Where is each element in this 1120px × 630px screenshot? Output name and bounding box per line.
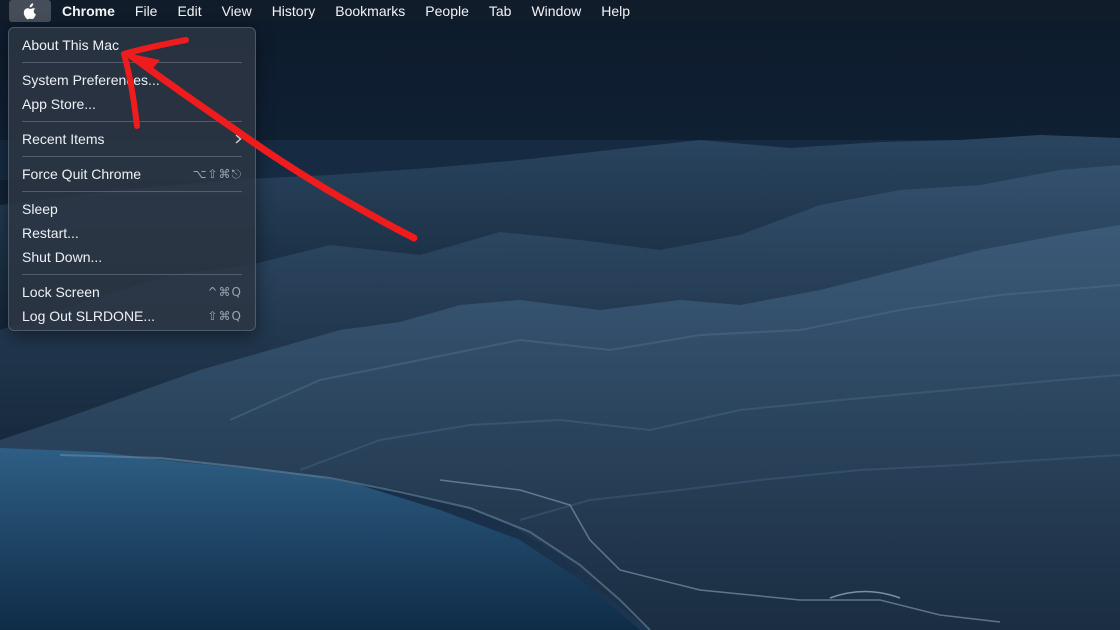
menu-item-recent-items[interactable]: Recent Items <box>9 127 255 151</box>
menu-separator <box>22 156 242 157</box>
menu-item-force-quit[interactable]: Force Quit Chrome ⌥⇧⌘⎋ <box>9 162 255 186</box>
menu-item-label: Log Out SLRDONE... <box>22 308 156 324</box>
menu-item-lock-screen[interactable]: Lock Screen ^⌘Q <box>9 280 255 304</box>
menu-people[interactable]: People <box>415 0 479 22</box>
menu-item-label: Lock Screen <box>22 284 100 300</box>
menu-item-label: About This Mac <box>22 37 120 53</box>
menu-tab[interactable]: Tab <box>479 0 522 22</box>
menu-item-about-this-mac[interactable]: About This Mac <box>9 33 255 57</box>
apple-icon <box>23 2 38 20</box>
menu-item-label: App Store... <box>22 96 96 112</box>
chevron-right-icon <box>235 127 242 151</box>
menu-separator <box>22 121 242 122</box>
menu-item-restart[interactable]: Restart... <box>9 221 255 245</box>
menu-item-app-store[interactable]: App Store... <box>9 92 255 116</box>
menu-item-shut-down[interactable]: Shut Down... <box>9 245 255 269</box>
menu-bookmarks[interactable]: Bookmarks <box>325 0 415 22</box>
menu-item-label: Shut Down... <box>22 249 103 265</box>
menu-file[interactable]: File <box>125 0 168 22</box>
menu-item-shortcut: ⇧⌘Q <box>207 309 242 323</box>
menu-separator <box>22 274 242 275</box>
menu-item-label: Force Quit Chrome <box>22 166 142 182</box>
menu-item-label: Restart... <box>22 225 79 241</box>
menu-item-shortcut: ^⌘Q <box>207 285 242 299</box>
menu-separator <box>22 62 242 63</box>
menu-bar: Chrome File Edit View History Bookmarks … <box>0 0 1120 22</box>
menu-item-label: System Preferences... <box>22 72 160 88</box>
desktop: Chrome File Edit View History Bookmarks … <box>0 0 1120 630</box>
menu-item-system-preferences[interactable]: System Preferences... <box>9 68 255 92</box>
menu-help[interactable]: Help <box>591 0 640 22</box>
menu-history[interactable]: History <box>262 0 326 22</box>
menu-item-log-out[interactable]: Log Out SLRDONE... ⇧⌘Q <box>9 304 255 328</box>
menu-window[interactable]: Window <box>521 0 591 22</box>
menu-view[interactable]: View <box>212 0 262 22</box>
menu-item-label: Sleep <box>22 201 58 217</box>
apple-dropdown-menu: About This Mac System Preferences... App… <box>8 27 256 331</box>
apple-menu-button[interactable] <box>9 0 51 22</box>
menu-item-sleep[interactable]: Sleep <box>9 197 255 221</box>
menu-item-shortcut: ⌥⇧⌘⎋ <box>192 167 242 181</box>
menu-separator <box>22 191 242 192</box>
menu-chrome[interactable]: Chrome <box>51 0 125 22</box>
menu-edit[interactable]: Edit <box>167 0 211 22</box>
menu-item-label: Recent Items <box>22 131 105 147</box>
